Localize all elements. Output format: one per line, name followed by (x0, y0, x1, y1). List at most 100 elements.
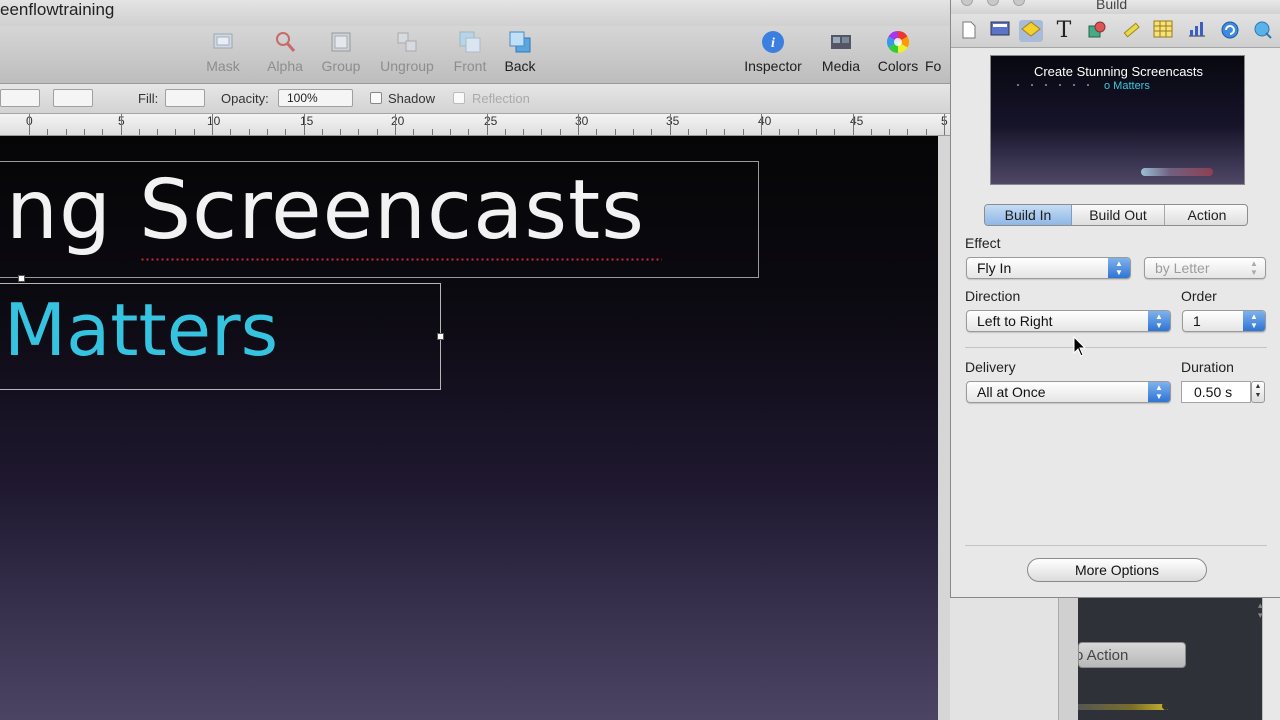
delivery-value: All at Once (977, 384, 1046, 400)
zoom-window-icon[interactable] (1013, 0, 1025, 6)
canvas-gutter (938, 136, 950, 720)
direction-popup[interactable]: Left to Right ▲ ▼ (966, 310, 1171, 332)
background-action-button[interactable]: o Action (1078, 642, 1186, 668)
tab-build-in[interactable]: Build In (985, 205, 1072, 225)
ruler-tick (47, 129, 48, 135)
ruler-tick (560, 129, 561, 135)
slide-subtitle[interactable]: Matters (4, 294, 278, 366)
quicktime-inspector-icon[interactable] (1251, 20, 1275, 42)
order-value: 1 (1193, 313, 1201, 329)
ruler-tick (670, 114, 671, 135)
background-scrollbar[interactable] (1262, 598, 1280, 720)
format-bar: Fill: Opacity: 100% Shadow Reflection (0, 84, 950, 114)
stroke-select[interactable] (0, 89, 40, 107)
ruler-tick (413, 129, 414, 135)
selection-handle[interactable] (437, 333, 444, 340)
ruler-tick (249, 129, 250, 135)
ungroup-label: Ungroup (380, 58, 434, 74)
ruler-tick (432, 129, 433, 135)
reflection-checkbox[interactable] (453, 92, 465, 104)
bring-to-front-icon (459, 31, 481, 53)
effect-delivery-popup[interactable]: by Letter ▲ ▼ (1144, 257, 1266, 279)
text-inspector-icon[interactable]: T (1052, 20, 1076, 42)
ruler-tick (175, 129, 176, 135)
tab-action[interactable]: Action (1165, 205, 1247, 225)
back-button[interactable]: Back (485, 30, 555, 74)
slide-inspector-icon[interactable] (988, 20, 1012, 42)
chart-inspector-icon[interactable] (1185, 20, 1209, 42)
duration-stepper[interactable]: ▲ ▼ (1251, 381, 1265, 403)
panel-titlebar: Build (951, 0, 1280, 14)
build-inspector-panel: Build T Create Stunning Screencasts o Ma… (950, 0, 1280, 598)
hyperlink-inspector-icon[interactable] (1218, 20, 1242, 42)
effect-value: Fly In (977, 260, 1012, 276)
duration-field[interactable]: 0.50 s (1181, 381, 1251, 403)
ruler-tick (340, 129, 341, 135)
ruler-tick (194, 129, 195, 135)
stroke-color-well[interactable] (53, 89, 93, 107)
group-button[interactable]: Group (306, 30, 376, 74)
order-popup[interactable]: 1 ▲ ▼ (1182, 310, 1266, 332)
ruler-tick (487, 114, 488, 135)
colors-label: Colors (877, 58, 919, 74)
inspector-button[interactable]: i Inspector (738, 30, 808, 74)
build-inspector-icon[interactable] (1019, 20, 1043, 42)
ruler-tick (926, 129, 927, 135)
spellcheck-underline (140, 258, 662, 261)
order-label: Order (1181, 288, 1217, 304)
delivery-popup[interactable]: All at Once ▲ ▼ (966, 381, 1171, 403)
mouse-cursor-icon (1073, 336, 1087, 357)
selection-handle[interactable] (18, 275, 25, 282)
ruler-tick (633, 129, 634, 135)
ruler-tick (578, 114, 579, 135)
effect-label: Effect (965, 235, 1001, 251)
ruler-tick (450, 129, 451, 135)
ruler-tick (285, 129, 286, 135)
ruler-tick (541, 129, 542, 135)
ruler-label: 25 (484, 114, 498, 128)
tab-build-out[interactable]: Build Out (1072, 205, 1165, 225)
graphic-inspector-icon[interactable] (1085, 20, 1109, 42)
ruler-tick (761, 114, 762, 135)
popup-arrows-icon: ▲ ▼ (1243, 311, 1265, 331)
alpha-wand-icon (276, 32, 296, 52)
ruler-tick (322, 129, 323, 135)
ruler-label: 20 (391, 114, 405, 128)
shadow-checkbox[interactable] (370, 92, 382, 104)
ruler-tick (523, 129, 524, 135)
background-action-label: o Action (1078, 647, 1129, 664)
horizontal-ruler: 0 5 10 15 20 25 30 35 40 45 5 (0, 114, 950, 136)
close-window-icon[interactable] (961, 0, 973, 6)
mask-icon (213, 33, 233, 49)
table-inspector-icon[interactable] (1151, 20, 1175, 42)
colors-button[interactable]: Colors (863, 30, 933, 74)
fonts-button[interactable]: Fo (925, 30, 950, 74)
ruler-tick (651, 129, 652, 135)
popup-arrows-icon: ▲ ▼ (1148, 382, 1170, 402)
volume-slider-track[interactable] (1078, 704, 1168, 710)
delivery-label: Delivery (965, 359, 1016, 375)
slide-title[interactable]: ng Screencasts (6, 170, 645, 252)
group-icon (331, 32, 351, 52)
popup-arrows-icon: ▲ ▼ (1108, 258, 1130, 278)
fonts-label: Fo (925, 58, 942, 74)
ruler-label: 40 (758, 114, 772, 128)
opacity-stepper[interactable]: 100% (278, 89, 353, 107)
document-inspector-icon[interactable] (957, 20, 981, 42)
mask-button[interactable]: Mask (188, 30, 258, 74)
duration-label: Duration (1181, 359, 1234, 375)
slide-canvas[interactable]: ng Screencasts Matters (0, 136, 938, 720)
effect-popup[interactable]: Fly In ▲ ▼ (966, 257, 1131, 279)
fill-color-well[interactable] (165, 89, 205, 107)
minimize-window-icon[interactable] (987, 0, 999, 6)
preview-subtitle: o Matters (1104, 80, 1150, 92)
metrics-inspector-icon[interactable] (1119, 20, 1143, 42)
ruler-tick (358, 129, 359, 135)
ruler-tick (84, 129, 85, 135)
ruler-tick (798, 129, 799, 135)
ruler-tick (871, 129, 872, 135)
ruler-label: 10 (207, 114, 221, 128)
ungroup-button[interactable]: Ungroup (372, 30, 442, 74)
more-options-button[interactable]: More Options (1027, 558, 1207, 582)
volume-slider-knob[interactable] (1162, 702, 1170, 710)
